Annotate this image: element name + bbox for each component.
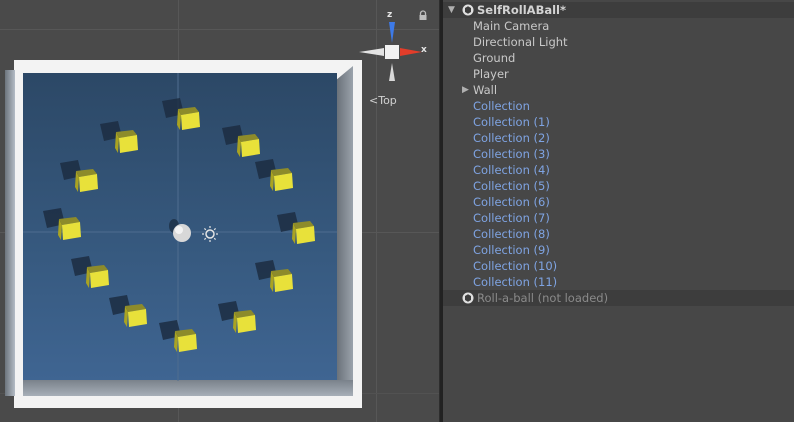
hierarchy-item[interactable]: Collection (7) (443, 210, 794, 226)
pickup-cube[interactable] (255, 159, 293, 191)
pickup-cube[interactable] (109, 295, 147, 327)
pickup-cube[interactable] (277, 212, 315, 244)
z-axis-label: z (387, 10, 393, 20)
hierarchy-item-label: Collection (7) (473, 211, 550, 225)
z-axis-cone[interactable] (389, 22, 395, 43)
hierarchy-item-label: Ground (473, 51, 516, 65)
hierarchy-item-label: Collection (4) (473, 163, 550, 177)
hierarchy-item[interactable]: Ground (443, 50, 794, 66)
x-axis-cone[interactable] (400, 48, 422, 56)
triangle-down-icon[interactable]: ▼ (448, 2, 455, 18)
hierarchy-item-label: Collection (3) (473, 147, 550, 161)
hierarchy-item[interactable]: Collection (11) (443, 274, 794, 290)
view-mode-label[interactable]: <Top (369, 94, 397, 107)
hierarchy-scene-row[interactable]: ▼ SelfRollABall* (443, 2, 794, 18)
hierarchy-item-label: Collection (6) (473, 195, 550, 209)
unity-scene-icon (462, 292, 474, 304)
unity-scene-icon (462, 4, 474, 16)
hierarchy-item[interactable]: Collection (9) (443, 242, 794, 258)
sun-icon[interactable] (202, 226, 218, 242)
hierarchy-item-label: Wall (473, 83, 498, 97)
hierarchy-panel[interactable]: ▼ SelfRollABall* Main Camera Directional … (443, 0, 794, 422)
player-highlight (175, 226, 183, 234)
hierarchy-item-label: Player (473, 67, 509, 81)
hierarchy-unloaded-scene-row[interactable]: Roll-a-ball (not loaded) (443, 290, 794, 306)
hierarchy-item-label: Main Camera (473, 19, 550, 33)
hierarchy-item[interactable]: Collection (4) (443, 162, 794, 178)
hierarchy-item[interactable]: Collection (1) (443, 114, 794, 130)
scene-view[interactable]: z x <Top (0, 0, 439, 422)
triangle-right-icon[interactable]: ▶ (462, 82, 469, 98)
unloaded-scene-label: Roll-a-ball (not loaded) (477, 291, 609, 305)
hierarchy-item-label: Collection (10) (473, 259, 558, 273)
hierarchy-item-label: Collection (1) (473, 115, 550, 129)
hierarchy-item-label: Collection (5) (473, 179, 550, 193)
x-axis-label: x (421, 45, 427, 55)
pickup-cube[interactable] (162, 98, 200, 130)
hierarchy-item-label: Collection (9) (473, 243, 550, 257)
hierarchy-item[interactable]: Collection (3) (443, 146, 794, 162)
gizmo-center-cube[interactable] (385, 45, 399, 59)
hierarchy-item-label: Collection (8) (473, 227, 550, 241)
pickup-cube[interactable] (60, 160, 98, 192)
pickup-cube[interactable] (218, 301, 256, 333)
neg-x-axis-cone[interactable] (359, 48, 384, 56)
hierarchy-item[interactable]: Collection (8) (443, 226, 794, 242)
pickup-cube[interactable] (222, 125, 260, 157)
view-mode-text: Top (378, 94, 397, 107)
hierarchy-item[interactable]: ▶ Wall (443, 82, 794, 98)
hierarchy-item[interactable]: Collection (2) (443, 130, 794, 146)
hierarchy-item-label: Directional Light (473, 35, 568, 49)
hierarchy-item[interactable]: Collection (5) (443, 178, 794, 194)
hierarchy-item[interactable]: Collection (443, 98, 794, 114)
pickup-cube[interactable] (100, 121, 138, 153)
hierarchy-item-label: Collection (2) (473, 131, 550, 145)
hierarchy-item-label: Collection (473, 99, 530, 113)
hierarchy-item-label: Collection (11) (473, 275, 558, 289)
pickup-cube[interactable] (255, 260, 293, 292)
lock-icon[interactable] (418, 10, 428, 21)
neg-z-axis-cone[interactable] (389, 63, 395, 81)
hierarchy-item[interactable]: Player (443, 66, 794, 82)
hierarchy-item[interactable]: Main Camera (443, 18, 794, 34)
hierarchy-item[interactable]: Collection (10) (443, 258, 794, 274)
scene-name: SelfRollABall* (477, 3, 566, 17)
hierarchy-item[interactable]: Collection (6) (443, 194, 794, 210)
pickup-cube[interactable] (71, 256, 109, 288)
player-ball[interactable] (173, 224, 191, 242)
hierarchy-item[interactable]: Directional Light (443, 34, 794, 50)
pickup-cube[interactable] (43, 208, 81, 240)
